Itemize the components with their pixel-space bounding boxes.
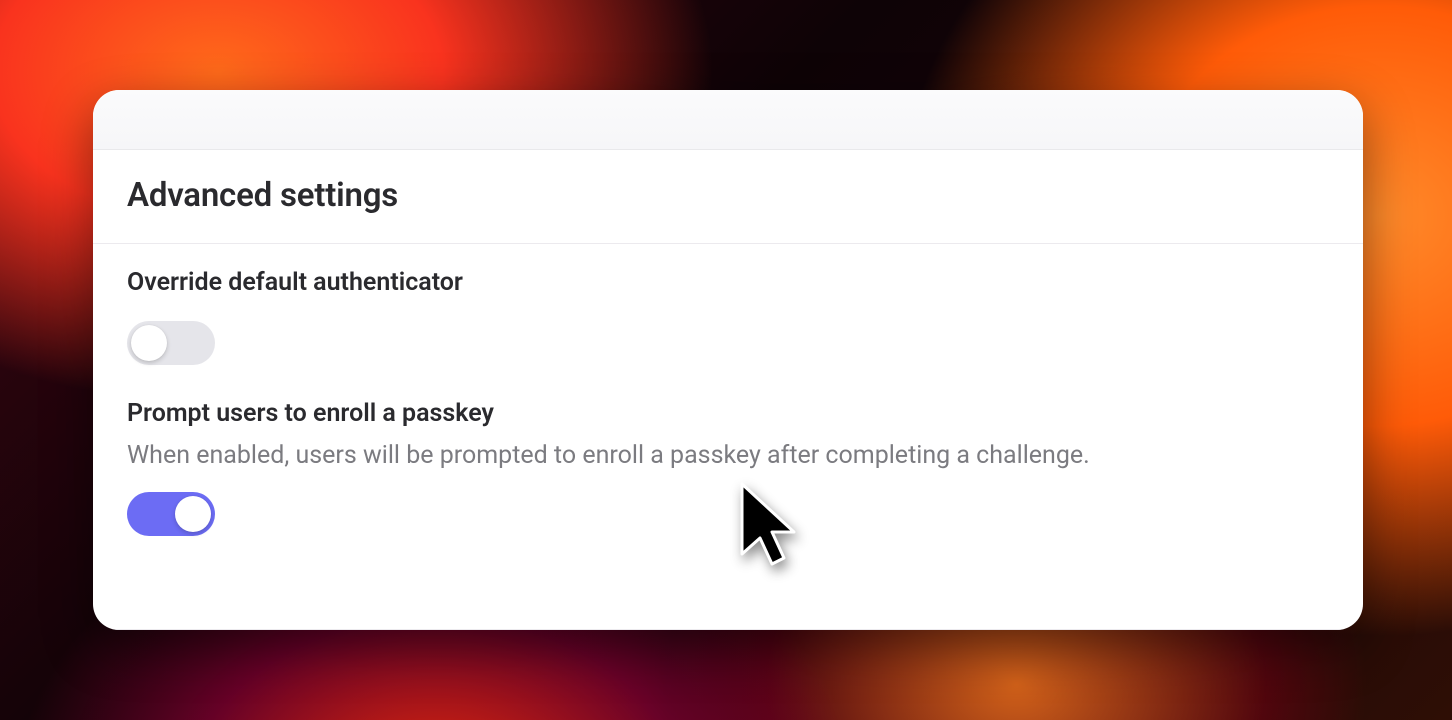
advanced-settings-panel: Advanced settings Override default authe…: [93, 90, 1363, 630]
panel-topbar: [93, 90, 1363, 150]
prompt-passkey-toggle[interactable]: [127, 492, 215, 536]
setting-override-default-authenticator: Override default authenticator: [127, 268, 1329, 369]
setting-label: Override default authenticator: [127, 268, 1329, 297]
setting-label: Prompt users to enroll a passkey: [127, 399, 1329, 428]
toggle-knob: [131, 325, 167, 361]
settings-body: Override default authenticator Prompt us…: [93, 244, 1363, 600]
setting-prompt-passkey: Prompt users to enroll a passkey When en…: [127, 399, 1329, 540]
setting-description: When enabled, users will be prompted to …: [127, 438, 1329, 474]
toggle-knob: [175, 496, 211, 532]
override-authenticator-toggle[interactable]: [127, 321, 215, 365]
panel-bottom-divider: [93, 629, 1363, 630]
section-header: Advanced settings: [93, 150, 1363, 244]
section-title: Advanced settings: [127, 176, 1329, 215]
